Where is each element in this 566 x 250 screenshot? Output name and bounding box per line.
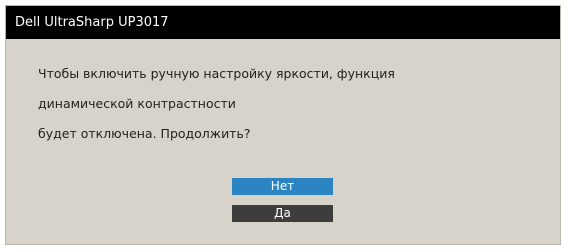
message-line-3: будет отключена. Продолжить?	[38, 126, 251, 141]
message-line-2: динамической контрастности	[38, 96, 236, 111]
dialog-message: Чтобы включить ручную настройку яркости,…	[38, 64, 395, 154]
no-button[interactable]: Нет	[232, 178, 333, 195]
message-line-1: Чтобы включить ручную настройку яркости,…	[38, 66, 395, 81]
osd-dialog: Dell UltraSharp UP3017 Чтобы включить ру…	[5, 5, 561, 245]
yes-button[interactable]: Да	[232, 205, 333, 222]
dialog-title: Dell UltraSharp UP3017	[6, 6, 560, 39]
